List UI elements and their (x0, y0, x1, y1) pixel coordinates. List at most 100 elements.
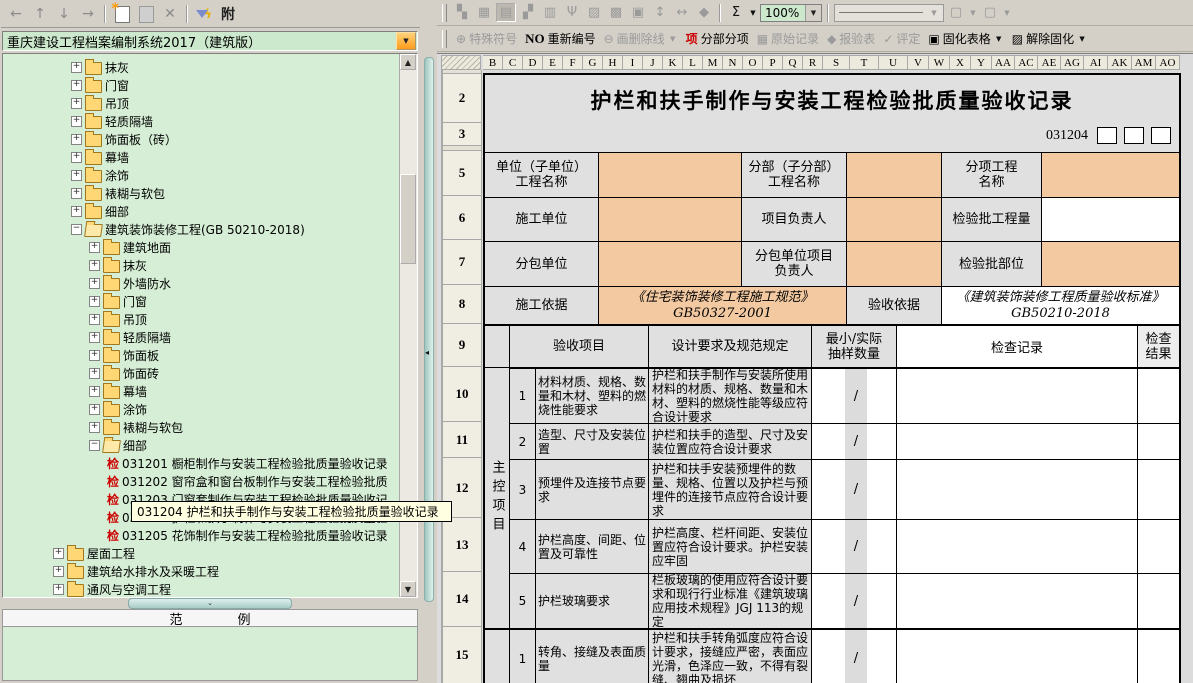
tree-item[interactable]: +建筑地面 (89, 238, 171, 256)
tree-item-label[interactable]: 细部 (123, 437, 147, 454)
tree-item[interactable]: + 细部 (71, 202, 129, 220)
format-brush-icon[interactable]: ◆ (694, 3, 714, 22)
col-spacing-icon[interactable]: ↔ (672, 3, 692, 22)
record-cell[interactable] (897, 630, 1138, 683)
toolbar-grip[interactable] (442, 4, 447, 22)
tree-item-label[interactable]: 抹灰 (123, 257, 147, 274)
column-header-AM[interactable]: AM (1132, 55, 1156, 70)
tree-item-label[interactable]: 门窗 (105, 77, 129, 94)
column-header-X[interactable]: X (950, 55, 971, 70)
zoom-select[interactable]: 100% ▼ (760, 4, 822, 22)
row-header-6[interactable]: 6 (442, 196, 482, 240)
nav-right-icon[interactable]: → (77, 4, 99, 24)
item-name-value[interactable] (1042, 153, 1179, 198)
subcontractor-leader-value[interactable] (847, 242, 942, 287)
system-select[interactable]: 重庆建设工程档案编制系统2017（建筑版） ▼ (2, 31, 418, 51)
column-header-AE[interactable]: AE (1038, 55, 1061, 70)
column-header-F[interactable]: F (563, 55, 583, 70)
tree-item[interactable]: +抹灰 (71, 58, 129, 76)
expand-icon[interactable]: + (53, 584, 64, 595)
expand-icon[interactable]: + (89, 368, 100, 379)
column-header-I[interactable]: I (623, 55, 643, 70)
select-all-corner[interactable] (441, 55, 481, 70)
worksheet-icon[interactable]: ▤ (496, 3, 516, 22)
tree-item[interactable]: +饰面板（砖） (71, 130, 177, 148)
sampling-cell[interactable]: / (812, 369, 897, 424)
expand-icon[interactable]: + (71, 116, 82, 127)
tree-item-label[interactable]: 轻质隔墙 (105, 113, 153, 130)
tree-item-label[interactable]: 门窗 (123, 293, 147, 310)
tree-item[interactable]: + 轻质隔墙 (71, 112, 153, 130)
record-cell[interactable] (897, 520, 1138, 574)
tree-item-label[interactable]: 轻质隔墙 (123, 329, 171, 346)
copy-record-icon[interactable] (135, 4, 157, 24)
tree-item-label[interactable]: 裱糊与软包 (123, 419, 183, 436)
unit-name-value[interactable] (599, 153, 742, 198)
column-header-O[interactable]: O (743, 55, 763, 70)
expand-icon[interactable]: + (71, 206, 82, 217)
lot-quantity-value[interactable] (1042, 198, 1179, 242)
column-header-D[interactable]: D (523, 55, 543, 70)
expand-icon[interactable]: + (71, 134, 82, 145)
lock-cell-icon[interactable]: ▣ (628, 3, 648, 22)
border-color-dropdown-icon[interactable]: ▼ (1002, 9, 1012, 17)
column-header-AK[interactable]: AK (1108, 55, 1132, 70)
tree-item-label[interactable]: 建筑装饰装修工程(GB 50210-2018) (105, 221, 305, 238)
column-header-AO[interactable]: AO (1156, 55, 1180, 70)
expand-icon[interactable]: + (89, 260, 100, 271)
assess-button[interactable]: ✓评定 (879, 30, 924, 47)
lot-location-value[interactable] (1042, 242, 1179, 287)
fill-color-picker[interactable]: ▢ (946, 3, 966, 22)
column-header-AG[interactable]: AG (1061, 55, 1084, 70)
column-header-Y[interactable]: Y (971, 55, 992, 70)
code-box-1[interactable] (1097, 127, 1117, 144)
expand-icon[interactable]: + (71, 152, 82, 163)
result-cell[interactable] (1138, 369, 1179, 424)
sampling-cell[interactable]: / (812, 460, 897, 520)
row-header-13[interactable]: 13 (442, 518, 482, 572)
record-cell[interactable] (897, 424, 1138, 460)
unfreeze-button-dropdown-icon[interactable]: ▼ (1077, 35, 1087, 43)
column-header-W[interactable]: W (929, 55, 950, 70)
expand-icon[interactable]: + (53, 566, 64, 577)
tree-item[interactable]: + 幕墙 (71, 148, 129, 166)
column-header-G[interactable]: G (583, 55, 603, 70)
unfreeze-button[interactable]: ▨解除固化▼ (1008, 30, 1091, 47)
tree-item-label[interactable]: 裱糊与软包 (105, 185, 165, 202)
tree-item[interactable]: − 建筑装饰装修工程(GB 50210-2018) (71, 220, 305, 238)
tree-item-label[interactable]: 031201 橱柜制作与安装工程检验批质量验收记录 (122, 455, 388, 472)
column-header-P[interactable]: P (763, 55, 783, 70)
tree-item[interactable]: +幕墙 (89, 382, 147, 400)
tree-item[interactable]: − 细部 (89, 436, 147, 454)
sample-panel-splitter[interactable]: ⌄ (2, 598, 418, 608)
collapse-icon[interactable]: − (89, 440, 100, 451)
scrollbar-thumb[interactable] (400, 174, 416, 264)
collapse-left-icon[interactable]: ◂ (425, 348, 429, 357)
tree-item-label[interactable]: 饰面板 (123, 347, 159, 364)
tree-item[interactable]: + 抹灰 (89, 256, 147, 274)
row-header-15[interactable]: 15 (442, 627, 482, 683)
column-header-B[interactable]: B (483, 55, 503, 70)
expand-icon[interactable]: + (89, 314, 100, 325)
tree-item[interactable]: 检031205 花饰制作与安装工程检验批质量验收记录 (107, 526, 388, 544)
tree-item-label[interactable]: 屋面工程 (87, 545, 135, 562)
row-spacing-icon[interactable]: ↕ (650, 3, 670, 22)
sum-dropdown-icon[interactable]: ▼ (748, 9, 758, 17)
expand-icon[interactable]: + (89, 422, 100, 433)
toolbar-grip[interactable] (442, 30, 447, 48)
record-cell[interactable] (897, 460, 1138, 520)
tree-item[interactable]: +门窗 (89, 292, 147, 310)
expand-icon[interactable]: + (89, 350, 100, 361)
tree-item[interactable]: 检031201 橱柜制作与安装工程检验批质量验收记录 (107, 454, 388, 472)
row-header-3[interactable]: 3 (442, 123, 482, 146)
collapse-icon[interactable]: − (71, 224, 82, 235)
expand-icon[interactable]: + (53, 548, 64, 559)
result-cell[interactable] (1138, 460, 1179, 520)
tree-item-label[interactable]: 细部 (105, 203, 129, 220)
tree-item-label[interactable]: 幕墙 (105, 149, 129, 166)
tree-item-label[interactable]: 吊顶 (105, 95, 129, 112)
tree-item[interactable]: + 裱糊与软包 (89, 418, 183, 436)
expand-icon[interactable]: + (71, 98, 82, 109)
new-record-icon[interactable] (111, 4, 133, 24)
subitem-button[interactable]: 项分部分项 (682, 30, 753, 47)
